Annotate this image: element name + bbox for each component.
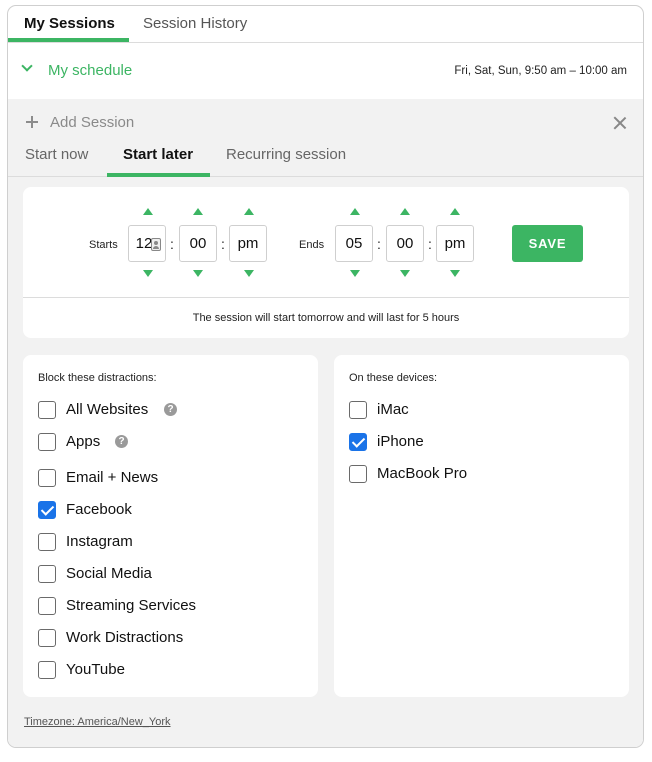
imac-label[interactable]: iMac bbox=[377, 401, 409, 418]
tab-session-history[interactable]: Session History bbox=[143, 15, 247, 32]
end-minute-field[interactable]: 00 bbox=[386, 225, 424, 262]
youtube-label[interactable]: YouTube bbox=[66, 661, 125, 678]
end-ampm-up-arrow[interactable] bbox=[450, 208, 460, 215]
tab-start-now[interactable]: Start now bbox=[25, 146, 88, 163]
time-separator: : bbox=[170, 236, 174, 252]
schedule-time: Fri, Sat, Sun, 9:50 am – 10:00 am bbox=[454, 65, 627, 77]
start-minute-up-arrow[interactable] bbox=[193, 208, 203, 215]
facebook-checkbox[interactable] bbox=[38, 501, 56, 519]
ends-label: Ends bbox=[299, 239, 325, 251]
macbook-pro-checkbox[interactable] bbox=[349, 465, 367, 483]
iphone-checkbox[interactable] bbox=[349, 433, 367, 451]
add-session-panel: Add Session Start now Start later Recurr… bbox=[8, 99, 643, 747]
start-hour-up-arrow[interactable] bbox=[143, 208, 153, 215]
apps-checkbox[interactable] bbox=[38, 433, 56, 451]
facebook-label[interactable]: Facebook bbox=[66, 501, 132, 518]
block-heading: Block these distractions: bbox=[38, 372, 157, 384]
close-icon[interactable] bbox=[614, 117, 626, 129]
iphone-label[interactable]: iPhone bbox=[377, 433, 424, 450]
start-hour-field[interactable]: 12 bbox=[128, 225, 166, 262]
end-minute-down-arrow[interactable] bbox=[400, 270, 410, 277]
active-subtab-indicator bbox=[107, 173, 210, 177]
start-minute-down-arrow[interactable] bbox=[193, 270, 203, 277]
session-type-tabs: Start now Start later Recurring session bbox=[8, 139, 643, 177]
end-ampm-down-arrow[interactable] bbox=[450, 270, 460, 277]
apps-label[interactable]: Apps bbox=[66, 433, 100, 450]
time-separator: : bbox=[221, 236, 225, 252]
start-hour-down-arrow[interactable] bbox=[143, 270, 153, 277]
youtube-checkbox[interactable] bbox=[38, 661, 56, 679]
time-picker-card: Starts 12 : 00 : pm Ends 05 : 00 : pm SA… bbox=[23, 187, 629, 338]
tab-my-sessions[interactable]: My Sessions bbox=[24, 15, 115, 32]
top-tab-bar: My Sessions Session History bbox=[8, 6, 643, 43]
divider bbox=[23, 297, 629, 298]
schedule-row[interactable]: My schedule Fri, Sat, Sun, 9:50 am – 10:… bbox=[8, 44, 643, 99]
start-ampm-up-arrow[interactable] bbox=[244, 208, 254, 215]
help-icon[interactable]: ? bbox=[115, 435, 128, 448]
schedule-toggle[interactable]: My schedule bbox=[48, 62, 132, 79]
add-session-title: Add Session bbox=[50, 114, 135, 131]
email-news-label[interactable]: Email + News bbox=[66, 469, 158, 486]
timezone-link[interactable]: Timezone: America/New_York bbox=[24, 716, 171, 728]
imac-checkbox[interactable] bbox=[349, 401, 367, 419]
work-distractions-label[interactable]: Work Distractions bbox=[66, 629, 183, 646]
block-distractions-card: Block these distractions: All Websites ?… bbox=[23, 355, 318, 697]
instagram-label[interactable]: Instagram bbox=[66, 533, 133, 550]
streaming-services-label[interactable]: Streaming Services bbox=[66, 597, 196, 614]
help-icon[interactable]: ? bbox=[164, 403, 177, 416]
social-media-checkbox[interactable] bbox=[38, 565, 56, 583]
time-separator: : bbox=[377, 236, 381, 252]
streaming-services-checkbox[interactable] bbox=[38, 597, 56, 615]
work-distractions-checkbox[interactable] bbox=[38, 629, 56, 647]
save-button[interactable]: SAVE bbox=[512, 225, 583, 262]
start-hour-value: 12 bbox=[135, 235, 153, 252]
instagram-checkbox[interactable] bbox=[38, 533, 56, 551]
starts-label: Starts bbox=[89, 239, 118, 251]
tab-start-later[interactable]: Start later bbox=[123, 146, 193, 163]
end-hour-field[interactable]: 05 bbox=[335, 225, 373, 262]
devices-card: On these devices: iMac iPhone MacBook Pr… bbox=[334, 355, 629, 697]
end-minute-up-arrow[interactable] bbox=[400, 208, 410, 215]
devices-heading: On these devices: bbox=[349, 372, 438, 384]
all-websites-checkbox[interactable] bbox=[38, 401, 56, 419]
time-separator: : bbox=[428, 236, 432, 252]
chevron-down-icon[interactable] bbox=[21, 60, 33, 72]
all-websites-label[interactable]: All Websites bbox=[66, 401, 148, 418]
start-minute-field[interactable]: 00 bbox=[179, 225, 217, 262]
session-summary: The session will start tomorrow and will… bbox=[192, 312, 460, 324]
start-ampm-down-arrow[interactable] bbox=[244, 270, 254, 277]
end-ampm-field[interactable]: pm bbox=[436, 225, 474, 262]
start-ampm-field[interactable]: pm bbox=[229, 225, 267, 262]
email-news-checkbox[interactable] bbox=[38, 469, 56, 487]
active-tab-indicator bbox=[8, 38, 129, 42]
sessions-window: My Sessions Session History My schedule … bbox=[7, 5, 644, 748]
plus-icon bbox=[26, 116, 38, 128]
macbook-pro-label[interactable]: MacBook Pro bbox=[377, 465, 467, 482]
contact-card-icon[interactable] bbox=[151, 238, 161, 251]
tab-recurring-session[interactable]: Recurring session bbox=[226, 146, 346, 163]
end-hour-down-arrow[interactable] bbox=[350, 270, 360, 277]
social-media-label[interactable]: Social Media bbox=[66, 565, 152, 582]
end-hour-up-arrow[interactable] bbox=[350, 208, 360, 215]
